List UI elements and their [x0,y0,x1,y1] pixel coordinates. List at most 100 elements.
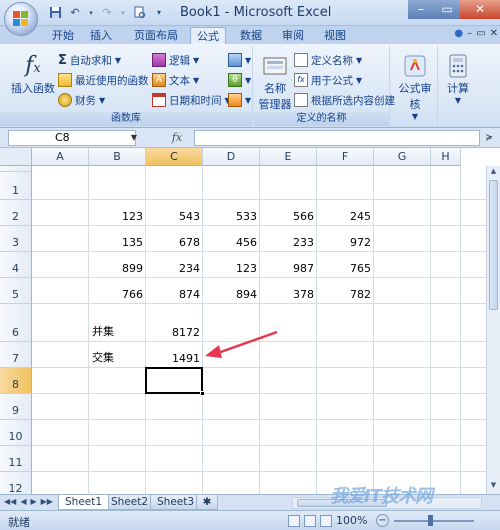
chevron-down-icon: ▼ [356,55,363,65]
vertical-scrollbar[interactable]: ▲ ▼ [486,166,500,494]
lookup-button[interactable]: ▼ [228,52,251,68]
logical-button[interactable]: 逻辑 ▼ [152,52,199,68]
create-from-selection-button[interactable]: 根据所选内容创建 [294,92,395,108]
insert-function-fx-icon[interactable]: fx [160,130,194,146]
math-book-icon: θ [228,73,242,87]
minimize-button[interactable]: – [408,0,434,19]
redo-dropdown-icon[interactable]: ▾ [120,6,126,20]
chevron-down-icon: ▼ [454,96,462,105]
more-functions-icon [228,93,242,107]
ribbon-tabs: 开始 插入 页面布局 公式 数据 审阅 视图 ● – ▭ ✕ [0,26,500,44]
title-bar: ↶ ▾ ↷ ▾ ▾ Book1 - Microsoft Excel – ▭ ✕ [0,0,500,36]
defined-names-label: 定义的名称 [254,112,389,126]
office-button[interactable] [4,2,38,36]
undo-dropdown-icon[interactable]: ▾ [88,6,94,20]
vertical-scroll-thumb[interactable] [489,180,498,310]
page-break-view-icon[interactable] [320,515,332,527]
datetime-button[interactable]: 日期和时间▼ [152,92,231,108]
create-from-selection-label: 根据所选内容创建 [311,94,395,107]
group-formula-auditing: 公式审核 ▼ [392,46,438,126]
page-layout-view-icon[interactable] [304,515,316,527]
tab-formulas[interactable]: 公式 [190,27,226,44]
sheet-tab-2[interactable]: Sheet2 [104,495,156,510]
undo-icon[interactable]: ↶ [68,6,82,20]
use-in-formula-button[interactable]: fx 用于公式 ▼ [294,72,362,88]
define-name-icon [294,53,308,67]
datetime-label: 日期和时间 [169,94,222,107]
insert-function-button[interactable]: fx 插入函数 [10,52,56,96]
chevron-down-icon: ▼ [356,75,363,85]
chevron-down-icon: ▼ [245,55,252,65]
next-sheet-icon[interactable]: ▶ [30,497,36,506]
chevron-down-icon: ▼ [193,55,200,65]
chevron-down-icon: ▼ [411,112,419,121]
name-manager-label-line1: 名称 [264,82,286,95]
redo-icon[interactable]: ↷ [100,6,114,20]
customize-icon[interactable]: ▾ [152,6,166,20]
more-functions-button[interactable]: ▼ [228,92,251,108]
text-button[interactable]: A 文本 ▼ [152,72,199,88]
sigma-icon: Σ [58,52,67,68]
worksheet-grid[interactable]: A B C D E F G H 1 2 3 4 5 6 7 8 9 10 11 12 123 543 533 566 245 13… [0,148,500,494]
financial-button[interactable]: 财务 ▼ [58,92,105,108]
autosum-button[interactable]: Σ 自动求和 ▼ [58,52,121,68]
calculation-button[interactable]: 计算 ▼ [442,52,474,105]
last-sheet-icon[interactable]: ▶▶ [41,497,53,506]
print-preview-icon[interactable] [132,6,146,20]
first-sheet-icon[interactable]: ◀◀ [4,497,16,506]
sheet-tab-3[interactable]: Sheet3 [150,495,202,510]
chevron-down-icon: ▼ [114,55,122,65]
ribbon-restore-icon[interactable]: ▭ [476,28,485,39]
recent-functions-label: 最近使用的函数 [75,74,149,87]
logical-label: 逻辑 [169,54,190,67]
maximize-button[interactable]: ▭ [434,0,460,19]
help-icon[interactable]: ● [454,28,463,39]
logical-book-icon [152,53,166,67]
annotation-arrow-icon [205,330,278,358]
group-defined-names: 名称 管理器 定义名称 ▼ fx 用于公式 ▼ 根据所选内容创建 定义的名称 [254,46,395,126]
watermark: 我爱IT技术网 [330,486,433,507]
ribbon-close-icon[interactable]: ✕ [490,28,498,39]
formula-auditing-icon [401,52,429,80]
name-box[interactable]: C8 [8,130,136,146]
close-button[interactable]: ✕ [460,0,500,19]
zoom-slider-thumb[interactable] [428,515,433,526]
expand-formula-bar-icon[interactable]: ≽ [482,130,496,146]
chevron-down-icon: ▼ [193,75,200,85]
prev-sheet-icon[interactable]: ◀ [20,497,26,506]
group-function-library: fx 插入函数 Σ 自动求和▼ 最近使用的函数▼ 财务▼ 逻辑▼ A 文本▼ 日… [0,46,253,126]
group-calculation: 计算 ▼ [440,46,476,126]
math-button[interactable]: θ ▼ [228,72,251,88]
define-name-label: 定义名称 [311,54,353,67]
tab-review[interactable]: 审阅 [276,27,310,44]
tab-page-layout[interactable]: 页面布局 [128,27,184,44]
zoom-out-icon[interactable]: − [376,514,389,527]
sheet-tab-1[interactable]: Sheet1 [58,495,110,510]
function-library-label: 函数库 [0,112,252,126]
ribbon-minimize-icon[interactable]: – [467,28,472,39]
window-title: Book1 - Microsoft Excel [180,5,332,20]
name-box-dropdown-icon[interactable]: ▼ [128,130,140,146]
define-name-button[interactable]: 定义名称 ▼ [294,52,362,68]
formula-auditing-button[interactable]: 公式审核 ▼ [394,52,436,121]
recent-functions-button[interactable]: 最近使用的函数▼ [58,72,158,88]
tab-insert[interactable]: 插入 [84,27,118,44]
tab-view[interactable]: 视图 [318,27,352,44]
normal-view-icon[interactable] [288,515,300,527]
use-in-formula-label: 用于公式 [311,74,353,87]
zoom-level[interactable]: 100% [336,514,367,527]
name-manager-icon [261,52,289,80]
tab-data[interactable]: 数据 [234,27,268,44]
autosum-label: 自动求和 [69,54,112,67]
tab-home[interactable]: 开始 [46,27,80,44]
scroll-down-icon[interactable]: ▼ [487,481,500,493]
calculation-label: 计算 [447,82,469,95]
zoom-slider[interactable] [394,520,474,522]
name-manager-button[interactable]: 名称 管理器 [258,52,292,112]
save-icon[interactable] [48,6,62,20]
insert-sheet-icon[interactable]: ✱ [196,495,218,510]
fx-icon: fx [25,53,41,78]
formula-input[interactable] [194,130,480,146]
office-logo-icon [13,11,29,27]
scroll-up-icon[interactable]: ▲ [487,167,500,179]
